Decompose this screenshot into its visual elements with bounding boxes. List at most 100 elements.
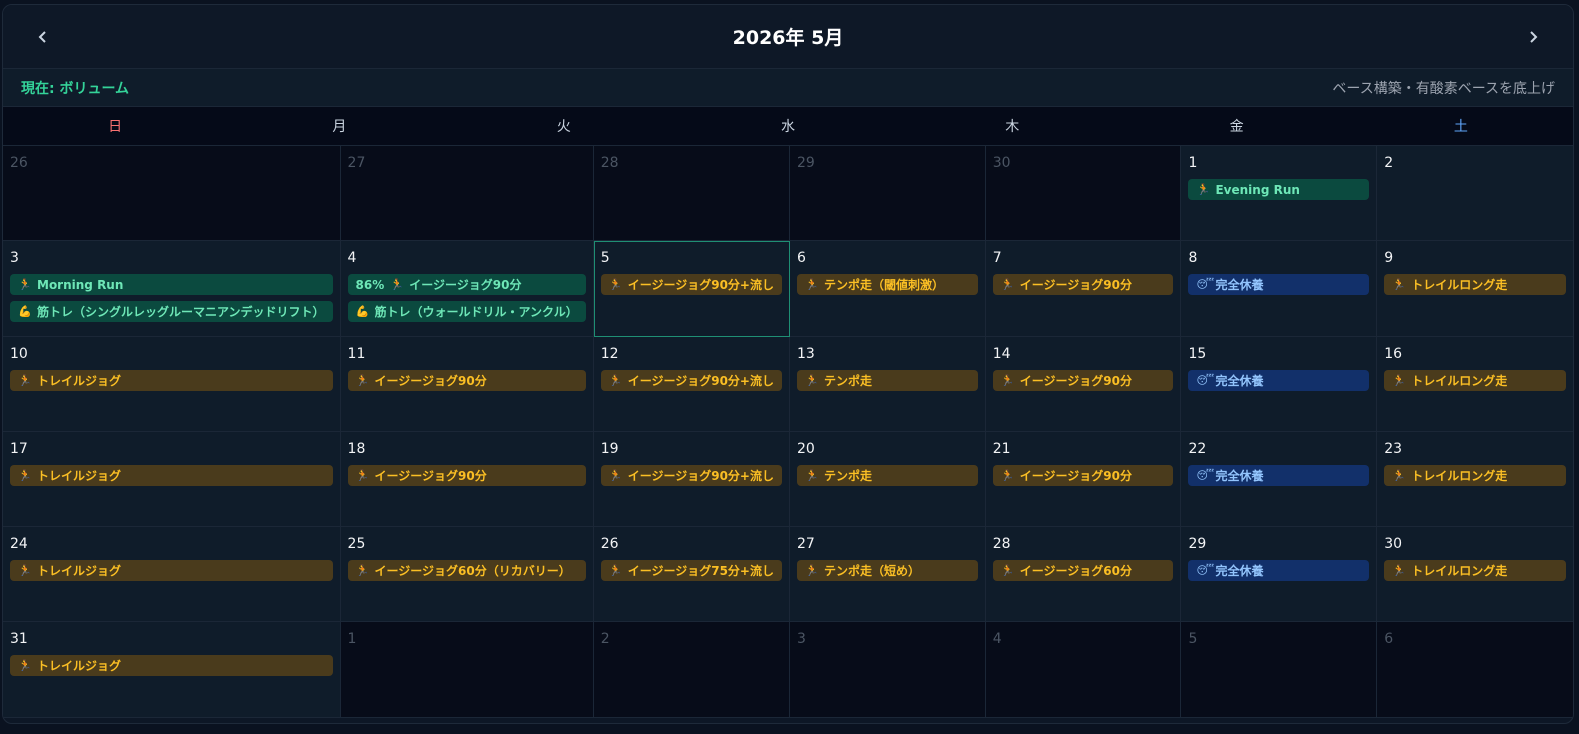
event-label: イージージョグ90分 [374,468,487,483]
runner-icon: 🏃 [18,564,32,578]
day-cell[interactable]: 25 🏃 イージージョグ60分（リカバリー） [340,527,594,623]
prev-month-button[interactable] [31,25,55,49]
day-cell[interactable]: 4 [985,622,1182,718]
day-number: 29 [796,155,815,171]
workout-event[interactable]: 🏃 トレイルロング走 [1384,560,1566,582]
runner-icon: 🏃 [805,373,819,387]
day-number: 30 [992,155,1011,171]
event-label: イージージョグ90分 [1019,373,1132,388]
day-cell[interactable]: 3 🏃 Morning Run 💪 筋トレ（シングルレッグルーマニアンデッドリフト） [3,241,341,337]
day-cell[interactable]: 5 [1181,622,1378,718]
day-cell[interactable]: 9 🏃 トレイルロング走 [1377,241,1573,337]
workout-event[interactable]: 🏃 イージージョグ60分（リカバリー） [347,560,586,582]
day-number: 31 [10,631,28,648]
event-label: Evening Run [1215,182,1300,197]
workout-event[interactable]: 🏃 テンポ走（短め） [796,560,978,582]
day-cell[interactable]: 26 🏃 イージージョグ75分+流し [593,527,790,623]
day-cell[interactable]: 5 🏃 イージージョグ90分+流し [593,241,790,337]
day-cell[interactable]: 2 [593,622,790,718]
day-cell[interactable]: 29 [789,146,986,242]
day-cell[interactable]: 8 😴 完全休養 [1181,241,1378,337]
day-cell[interactable]: 11 🏃 イージージョグ90分 [340,336,594,432]
day-cell[interactable]: 10 🏃 トレイルジョグ [3,336,341,432]
workout-event[interactable]: 💪 筋トレ（シングルレッグルーマニアンデッドリフト） [10,301,333,323]
workout-event[interactable]: 86% 🏃 イージージョグ90分 [347,274,586,296]
day-cell[interactable]: 6 [1377,622,1573,718]
day-cell[interactable]: 22 😴 完全休養 [1181,431,1378,528]
runner-icon: 🏃 [390,278,405,292]
runner-icon: 🏃 [608,278,623,292]
weekday-header: 日 月 火 水 木 金 土 [3,107,1573,146]
workout-event[interactable]: 🏃 トレイルジョグ [10,464,333,486]
day-number: 3 [10,250,19,267]
workout-event[interactable]: 🏃 トレイルジョグ [10,655,333,677]
day-cell[interactable]: 20 🏃 テンポ走 [789,431,986,528]
workout-event[interactable]: 🏃 Evening Run [1188,179,1370,200]
day-cell[interactable]: 31 🏃 トレイルジョグ [3,622,341,718]
event-label: トレイルジョグ [37,373,122,388]
day-cell[interactable]: 21 🏃 イージージョグ90分 [985,431,1182,528]
month-title: 2026年 5月 [732,27,844,49]
day-cell[interactable]: 24 🏃 トレイルジョグ [3,527,341,623]
workout-event[interactable]: 🏃 イージージョグ90分 [992,369,1174,391]
workout-event[interactable]: 🏃 イージージョグ90分+流し [600,464,782,486]
day-cell[interactable]: 16 🏃 トレイルロング走 [1377,336,1573,432]
day-cell[interactable]: 2 [1377,146,1573,242]
workout-event[interactable]: 🏃 イージージョグ90分 [347,464,586,486]
day-cell[interactable]: 14 🏃 イージージョグ90分 [985,336,1182,432]
chevron-left-icon [38,30,46,43]
day-cell[interactable]: 18 🏃 イージージョグ90分 [340,431,594,528]
day-cell[interactable]: 6 🏃 テンポ走（閾値刺激） [789,241,986,337]
day-cell[interactable]: 28 [593,146,790,242]
day-number: 12 [600,345,619,362]
day-cell[interactable]: 1 [340,622,594,718]
day-cell[interactable]: 3 [789,622,986,718]
day-cell[interactable]: 19 🏃 イージージョグ90分+流し [593,431,790,528]
workout-event[interactable]: 🏃 イージージョグ90分 [347,369,586,391]
day-cell[interactable]: 30 🏃 トレイルロング走 [1377,527,1573,623]
day-number: 3 [796,631,806,648]
workout-event[interactable]: 😴 完全休養 [1188,560,1370,582]
event-label: イージージョグ60分 [1019,564,1132,579]
workout-event[interactable]: 🏃 テンポ走 [796,369,978,391]
day-cell[interactable]: 28 🏃 イージージョグ60分 [985,527,1182,623]
day-number: 7 [992,250,1002,267]
workout-event[interactable]: 😴 完全休養 [1188,369,1370,391]
event-label: イージージョグ90分 [1019,468,1132,483]
workout-event[interactable]: 🏃 イージージョグ75分+流し [600,560,782,582]
day-cell[interactable]: 29 😴 完全休養 [1181,527,1378,623]
day-cell[interactable]: 17 🏃 トレイルジョグ [3,431,341,528]
day-number: 8 [1188,250,1198,267]
workout-event[interactable]: 🏃 トレイルジョグ [10,369,333,391]
day-cell[interactable]: 4 86% 🏃 イージージョグ90分 💪 筋トレ（ウォールドリル・アンクル） [340,241,594,337]
workout-event[interactable]: 🏃 トレイルロング走 [1384,369,1566,391]
workout-event[interactable]: 💪 筋トレ（ウォールドリル・アンクル） [347,301,586,323]
day-cell[interactable]: 30 [985,146,1182,242]
workout-event[interactable]: 🏃 トレイルジョグ [10,560,333,582]
event-label: イージージョグ90分+流し [627,468,774,483]
day-cell[interactable]: 1 🏃 Evening Run [1181,146,1378,242]
workout-event[interactable]: 😴 完全休養 [1188,274,1370,296]
workout-event[interactable]: 🏃 イージージョグ90分+流し [600,274,782,296]
runner-icon: 🏃 [805,564,819,578]
day-cell[interactable]: 23 🏃 トレイルロング走 [1377,431,1573,528]
day-cell[interactable]: 15 😴 完全休養 [1181,336,1378,432]
next-month-button[interactable] [1521,25,1545,49]
workout-event[interactable]: 🏃 Morning Run [10,274,333,296]
workout-event[interactable]: 🏃 トレイルロング走 [1384,464,1566,486]
day-cell[interactable]: 12 🏃 イージージョグ90分+流し [593,336,790,432]
workout-event[interactable]: 🏃 イージージョグ90分 [992,464,1174,486]
workout-event[interactable]: 🏃 トレイルロング走 [1384,274,1566,296]
day-cell[interactable]: 27 [340,146,594,242]
workout-event[interactable]: 🏃 テンポ走 [796,464,978,486]
workout-event[interactable]: 🏃 イージージョグ60分 [992,560,1174,582]
workout-event[interactable]: 🏃 イージージョグ90分 [992,274,1174,296]
day-cell[interactable]: 13 🏃 テンポ走 [789,336,986,432]
workout-event[interactable]: 😴 完全休養 [1188,464,1370,486]
day-cell[interactable]: 26 [3,146,341,242]
completion-percent: 86% [355,277,385,292]
workout-event[interactable]: 🏃 テンポ走（閾値刺激） [796,274,978,296]
workout-event[interactable]: 🏃 イージージョグ90分+流し [600,369,782,391]
day-cell[interactable]: 7 🏃 イージージョグ90分 [985,241,1182,337]
day-cell[interactable]: 27 🏃 テンポ走（短め） [789,527,986,623]
